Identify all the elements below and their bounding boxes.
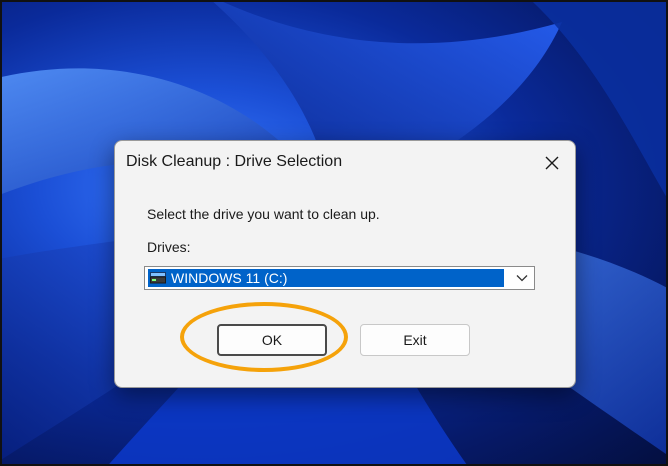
- close-button[interactable]: [529, 141, 575, 185]
- close-icon: [545, 156, 559, 170]
- ok-button[interactable]: OK: [217, 324, 327, 356]
- selected-drive-value: WINDOWS 11 (C:): [171, 270, 288, 286]
- dialog-title: Disk Cleanup : Drive Selection: [126, 153, 343, 170]
- chevron-down-icon[interactable]: [515, 271, 529, 285]
- drive-select[interactable]: WINDOWS 11 (C:): [144, 266, 535, 290]
- drives-label: Drives:: [147, 239, 191, 255]
- exit-button[interactable]: Exit: [360, 324, 470, 356]
- disk-cleanup-dialog: Disk Cleanup : Drive Selection Select th…: [114, 140, 576, 388]
- instruction-text: Select the drive you want to clean up.: [147, 206, 380, 222]
- drive-icon: [150, 272, 166, 284]
- desktop-wallpaper: Disk Cleanup : Drive Selection Select th…: [0, 0, 668, 466]
- selected-drive-row: WINDOWS 11 (C:): [148, 269, 504, 287]
